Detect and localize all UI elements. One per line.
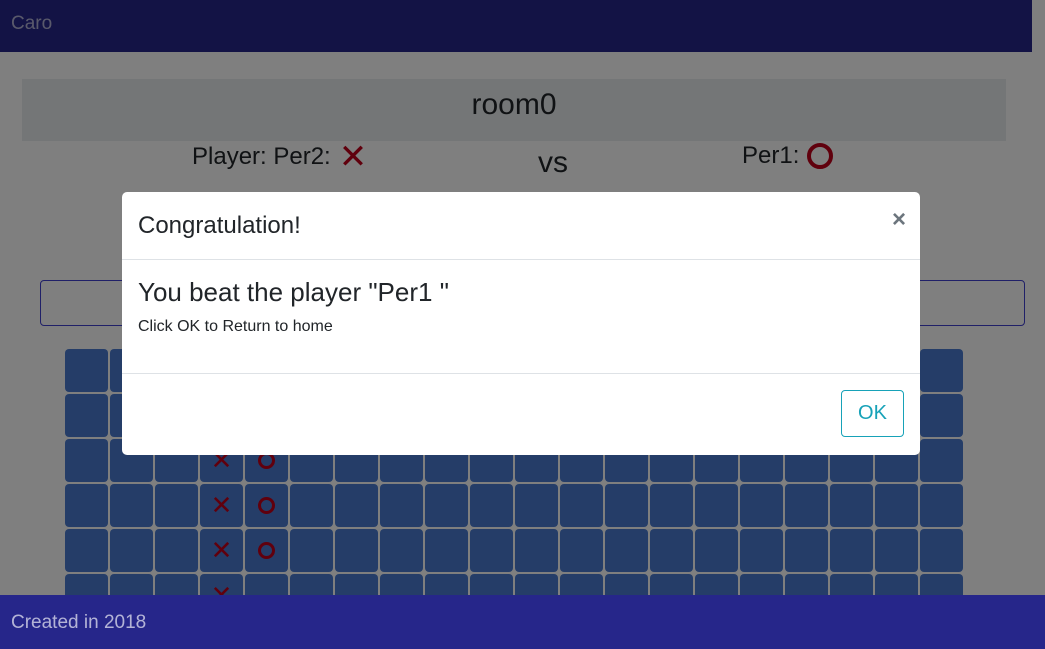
- ok-button[interactable]: OK: [841, 390, 904, 437]
- dialog-footer: OK: [122, 374, 920, 454]
- dialog-body: You beat the player "Per1 " Click OK to …: [122, 260, 920, 374]
- close-icon[interactable]: ×: [892, 206, 906, 234]
- dialog-message: You beat the player "Per1 ": [138, 277, 449, 307]
- dialog-title: Congratulation!: [138, 212, 301, 239]
- dialog-header: Congratulation! ×: [122, 192, 920, 260]
- footer-text: Created in 2018: [11, 612, 147, 633]
- dialog-subtext: Click OK to Return to home: [138, 318, 333, 335]
- congratulation-dialog: Congratulation! × You beat the player "P…: [122, 192, 920, 455]
- footer: Created in 2018: [0, 595, 1045, 649]
